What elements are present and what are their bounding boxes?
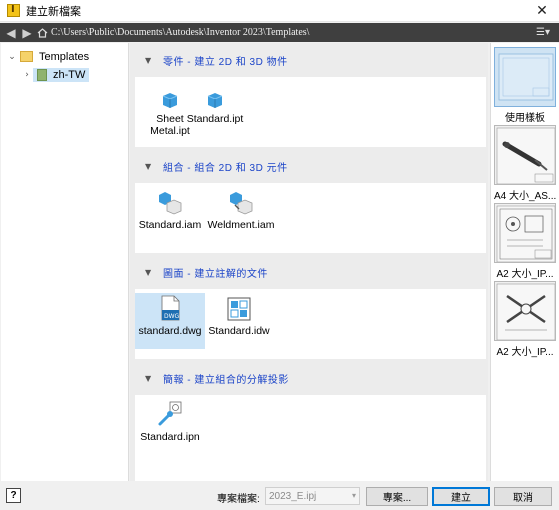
section-title: 簡報 - 建立組合的分解投影 xyxy=(163,374,289,386)
section-body-presentation: Standard.ipn xyxy=(135,395,486,481)
idw-drawing-icon xyxy=(226,295,252,321)
section-title: 圖面 - 建立註解的文件 xyxy=(163,268,268,280)
section-title: 零件 - 建立 2D 和 3D 物件 xyxy=(163,56,288,68)
tree-item-label: zh-TW xyxy=(53,68,86,81)
chevron-right-icon[interactable]: › xyxy=(21,70,33,80)
forward-arrow-icon[interactable]: ▶ xyxy=(19,23,35,42)
section-body-drawing: DWG standard.dwg Standard.idw xyxy=(135,289,486,359)
help-button[interactable]: ? xyxy=(6,488,21,503)
template-thumb-a4[interactable]: A4 大小_AS... xyxy=(494,125,556,202)
template-label: Weldment.iam xyxy=(207,219,275,231)
template-thumb-a2-first[interactable]: A2 大小_IP... xyxy=(494,203,556,280)
assembly-icon xyxy=(157,189,183,215)
a2-drawing-thumbnail[interactable] xyxy=(494,281,556,341)
title-bar: 建立新檔案 ✕ xyxy=(0,0,559,22)
chevron-down-icon[interactable]: ⌄ xyxy=(6,52,18,62)
back-arrow-icon[interactable]: ◀ xyxy=(3,23,19,42)
thumb-label: A4 大小_AS... xyxy=(494,191,556,202)
template-standard-ipt[interactable]: Standard.ipt xyxy=(175,81,255,137)
inventor-app-icon xyxy=(7,4,20,17)
tree-item-label: Templates xyxy=(39,50,90,63)
template-preview-strip: 使用樣板 A4 大小_AS... A2 大小_IP... A2 大小_IP... xyxy=(490,43,559,481)
view-options-icon[interactable]: ☰▾ xyxy=(531,23,555,42)
collapse-arrow-icon[interactable]: ▼ xyxy=(145,162,153,171)
weldment-icon xyxy=(228,189,254,215)
dialog-footer: ? 專案檔案: 2023_E.ipj ▾ 專案... 建立 取消 xyxy=(0,483,559,510)
path-breadcrumb[interactable]: C:\Users\Public\Documents\Autodesk\Inven… xyxy=(51,27,309,38)
blank-sheet-thumbnail[interactable] xyxy=(494,47,556,107)
presentation-icon xyxy=(157,401,183,427)
template-weldment-iam[interactable]: Weldment.iam xyxy=(203,187,279,243)
project-file-label: 專案檔案: xyxy=(217,494,260,505)
tree-item-templates[interactable]: ⌄ Templates xyxy=(6,48,89,65)
language-folder-icon xyxy=(37,68,47,81)
create-button[interactable]: 建立 xyxy=(432,487,490,506)
home-icon[interactable] xyxy=(35,23,49,42)
dwg-drawing-icon: DWG xyxy=(157,295,183,321)
thumb-label: A2 大小_IP... xyxy=(496,269,554,280)
chevron-down-icon: ▾ xyxy=(351,491,356,500)
section-header-part[interactable]: ▼ 零件 - 建立 2D 和 3D 物件 xyxy=(130,45,486,75)
template-label: Standard.iam xyxy=(138,219,202,231)
svg-text:DWG: DWG xyxy=(164,313,180,320)
template-standard-ipn[interactable]: Standard.ipn xyxy=(135,399,205,455)
a2-drawing-thumbnail[interactable] xyxy=(494,203,556,263)
cancel-button[interactable]: 取消 xyxy=(494,487,552,506)
template-standard-idw[interactable]: Standard.idw xyxy=(203,293,275,349)
template-thumb-a2-second[interactable]: A2 大小_IP... xyxy=(494,281,556,358)
thumb-label: 使用樣板 xyxy=(505,113,545,124)
project-file-dropdown[interactable]: 2023_E.ipj ▾ xyxy=(265,487,360,505)
address-bar: ◀ ▶ C:\Users\Public\Documents\Autodesk\I… xyxy=(0,23,559,42)
section-header-presentation[interactable]: ▼ 簡報 - 建立組合的分解投影 xyxy=(130,363,486,393)
folder-tree: ⌄ Templates › zh-TW xyxy=(1,43,129,481)
close-button[interactable]: ✕ xyxy=(525,0,559,22)
projects-button[interactable]: 專案... xyxy=(366,487,428,506)
folder-icon xyxy=(20,51,33,62)
a4-drawing-thumbnail[interactable] xyxy=(494,125,556,185)
section-title: 組合 - 組合 2D 和 3D 元件 xyxy=(163,162,288,174)
template-label: Standard.ipn xyxy=(140,431,200,443)
template-label: Standard.ipt xyxy=(186,113,244,125)
template-label: Standard.idw xyxy=(208,325,270,337)
thumb-label: A2 大小_IP... xyxy=(496,347,554,358)
project-file-value: 2023_E.ipj xyxy=(269,490,317,502)
part-icon xyxy=(202,83,228,109)
template-label: standard.dwg xyxy=(138,325,202,337)
section-header-drawing[interactable]: ▼ 圖面 - 建立註解的文件 xyxy=(130,257,486,287)
collapse-arrow-icon[interactable]: ▼ xyxy=(145,374,153,383)
window-title: 建立新檔案 xyxy=(26,5,81,18)
collapse-arrow-icon[interactable]: ▼ xyxy=(145,268,153,277)
section-header-assembly[interactable]: ▼ 組合 - 組合 2D 和 3D 元件 xyxy=(130,151,486,181)
section-body-assembly: Standard.iam Weldment.iam xyxy=(135,183,486,253)
tree-item-zh-tw[interactable]: › zh-TW xyxy=(21,66,90,83)
template-standard-iam[interactable]: Standard.iam xyxy=(135,187,205,243)
section-body-part: Sheet Metal.ipt Standard.ipt xyxy=(135,77,486,147)
template-standard-dwg[interactable]: DWG standard.dwg xyxy=(135,293,205,349)
collapse-arrow-icon[interactable]: ▼ xyxy=(145,56,153,65)
template-list: ▼ 零件 - 建立 2D 和 3D 物件 Sheet Metal.ipt Stan… xyxy=(130,43,488,481)
template-thumb-use-template[interactable]: 使用樣板 xyxy=(494,47,556,124)
